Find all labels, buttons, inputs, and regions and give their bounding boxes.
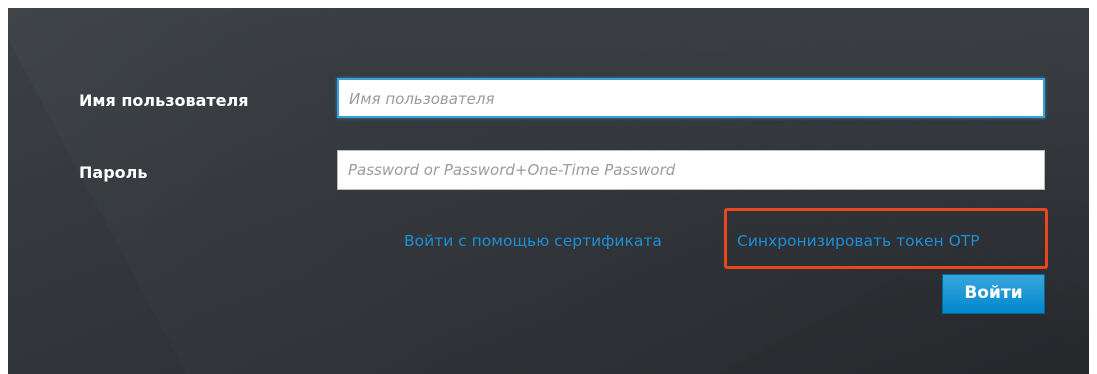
sync-otp-link[interactable]: Синхронизировать токен OTP bbox=[737, 232, 980, 250]
username-input[interactable]: Имя пользователя bbox=[337, 78, 1045, 118]
password-input[interactable]: Password or Password+One-Time Password bbox=[337, 150, 1045, 190]
password-label: Пароль bbox=[79, 163, 148, 182]
login-button[interactable]: Войти bbox=[942, 274, 1045, 314]
login-panel: Имя пользователя Имя пользователя Пароль… bbox=[8, 8, 1089, 374]
username-label: Имя пользователя bbox=[79, 91, 249, 110]
login-form: Имя пользователя Имя пользователя Пароль… bbox=[8, 8, 1089, 374]
cert-login-link[interactable]: Войти с помощью сертификата bbox=[404, 232, 662, 250]
